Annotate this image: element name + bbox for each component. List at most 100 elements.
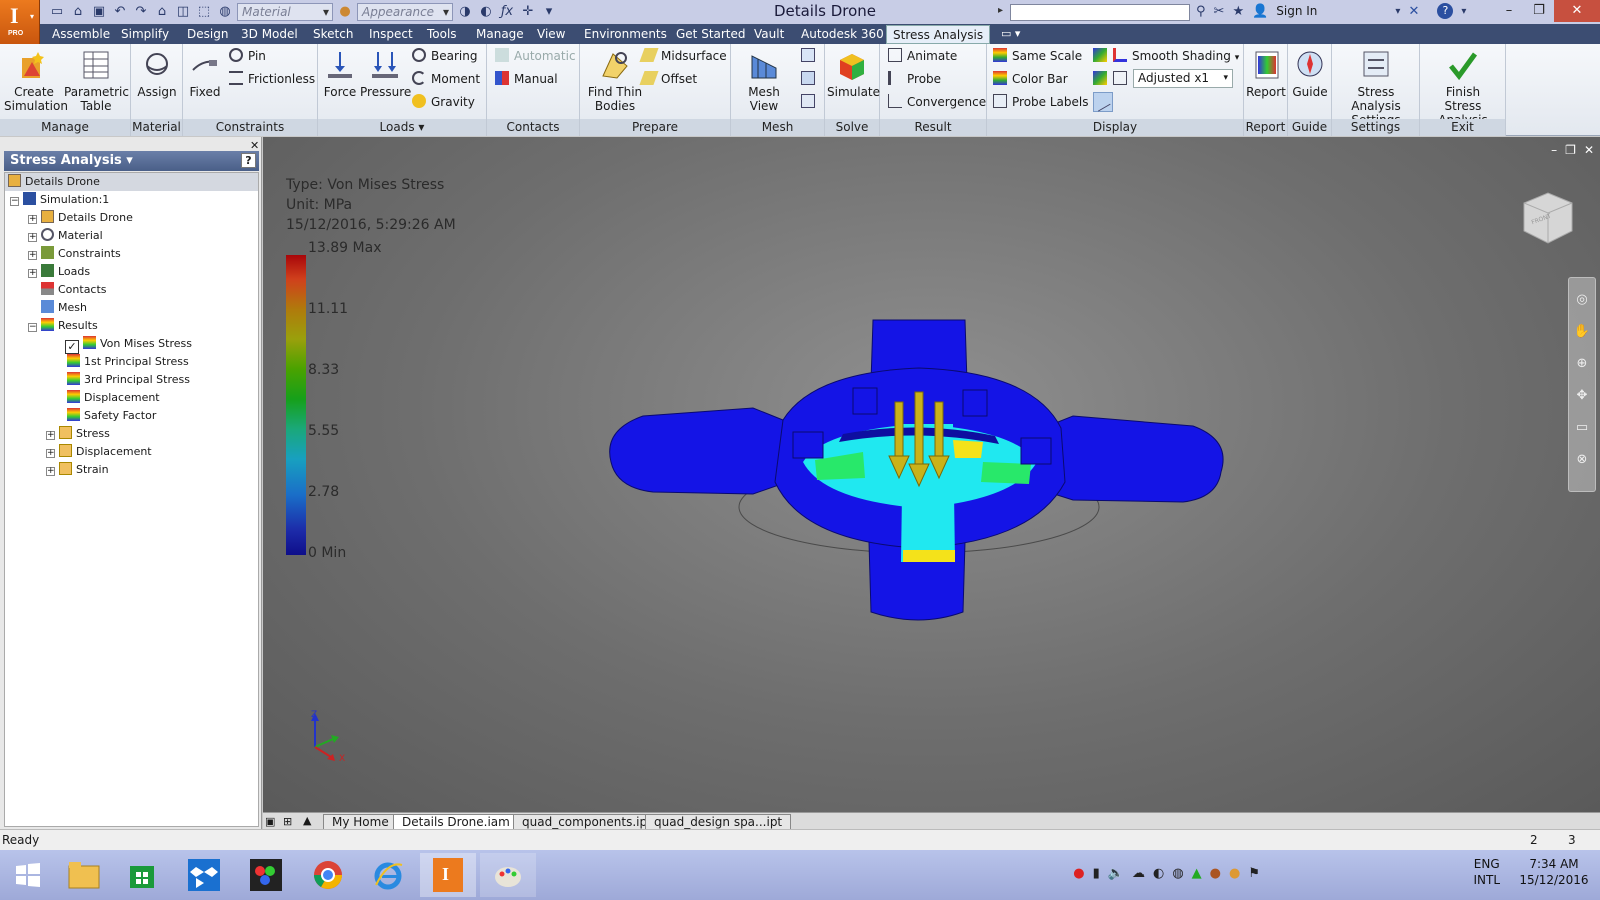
new-file-icon[interactable]: ▭ — [48, 3, 66, 21]
zoom-window-icon[interactable]: ⊗ — [1573, 452, 1591, 470]
minmax-icon[interactable] — [1093, 69, 1112, 89]
probe-button[interactable]: Probe — [888, 69, 941, 89]
tree-node-contacts[interactable]: Contacts — [41, 281, 107, 299]
close-icon[interactable]: ✕ — [1554, 0, 1600, 22]
help-dropdown-icon[interactable]: ▾ — [1461, 6, 1466, 17]
shading-dropdown[interactable]: Smooth Shading ▾ — [1113, 46, 1239, 66]
doc-tab-my-home[interactable]: My Home — [323, 814, 398, 830]
ribbon-options-icon[interactable]: ▭ ▾ — [995, 25, 1026, 44]
animate-button[interactable]: Animate — [888, 46, 957, 66]
browser-header[interactable]: Stress Analysis ▾ ? — [4, 151, 259, 171]
clock[interactable]: 7:34 AM 15/12/2016 — [1516, 856, 1592, 888]
report-button[interactable]: Report — [1246, 48, 1286, 99]
tree-node-safety-factor[interactable]: Safety Factor — [67, 407, 156, 425]
expand-icon[interactable]: + — [28, 269, 37, 278]
result-checkbox[interactable]: ✓ — [65, 340, 79, 354]
finish-stress-analysis-button[interactable]: Finish Stress Analysis — [1422, 48, 1504, 127]
displacement-display-icon[interactable] — [1113, 69, 1132, 89]
material-select[interactable]: Material — [237, 3, 333, 21]
sign-in-link[interactable]: Sign In — [1276, 4, 1317, 18]
internet-explorer-icon[interactable] — [360, 853, 416, 897]
minimize-icon[interactable]: – — [1494, 0, 1524, 22]
convergence-settings-icon[interactable] — [801, 92, 820, 112]
inventor-taskbar-icon[interactable]: I — [420, 853, 476, 897]
viewport-restore-icon[interactable]: ❐ — [1565, 143, 1576, 157]
open-documents-icon[interactable]: ▲ — [303, 814, 311, 827]
solidworks-tray-icon[interactable]: ● — [1073, 866, 1084, 881]
tab-get-started[interactable]: Get Started — [670, 25, 752, 44]
frictionless-constraint-button[interactable]: Frictionless — [229, 69, 315, 89]
browser-help-button[interactable]: ? — [241, 153, 256, 168]
onedrive-icon[interactable]: ☁ — [1132, 866, 1145, 881]
displacement-scale-select[interactable]: Adjusted x1 ▾ — [1133, 69, 1233, 88]
tab-vault[interactable]: Vault — [748, 25, 790, 44]
pan-icon[interactable]: ✋ — [1573, 324, 1591, 342]
exchange-apps-icon[interactable]: ✕ — [1408, 4, 1419, 19]
chrome-icon[interactable] — [300, 853, 356, 897]
mesh-display-toggle[interactable] — [1091, 92, 1113, 112]
dropbox-icon[interactable] — [176, 853, 232, 897]
binoculars-icon[interactable]: ⚲ — [1196, 4, 1206, 19]
tree-root[interactable]: Details Drone — [5, 173, 258, 191]
tree-node-simulation[interactable]: − Simulation:1 — [10, 191, 109, 209]
return-icon[interactable]: ◫ — [174, 3, 192, 21]
application-menu-button[interactable]: I PRO ▾ — [0, 0, 40, 44]
update-icon[interactable]: ◍ — [1172, 866, 1183, 881]
create-simulation-button[interactable]: Create Simulation — [4, 48, 68, 113]
measure-icon[interactable]: ✛ — [519, 3, 537, 21]
redo-icon[interactable]: ↷ — [132, 3, 150, 21]
doc-tab-quad-components[interactable]: quad_components.ipt — [513, 814, 661, 830]
mesh-settings-icon[interactable] — [801, 46, 820, 66]
expand-icon[interactable]: + — [46, 431, 55, 440]
tab-autodesk-360[interactable]: Autodesk 360 — [795, 25, 890, 44]
pin-constraint-button[interactable]: Pin — [229, 46, 266, 66]
assign-material-button[interactable]: Assign — [135, 48, 179, 99]
windows-start-icon[interactable] — [0, 853, 56, 897]
file-explorer-icon[interactable] — [56, 853, 112, 897]
tab-manage[interactable]: Manage — [470, 25, 530, 44]
tree-node-loads[interactable]: + Loads — [28, 263, 90, 281]
cascade-window-icon[interactable]: ⊞ — [283, 815, 292, 828]
force-load-button[interactable]: Force — [320, 48, 360, 99]
expand-icon[interactable]: + — [28, 233, 37, 242]
tree-node-stress-folder[interactable]: + Stress — [46, 425, 110, 443]
volume-icon[interactable]: 🔈 — [1108, 866, 1124, 881]
user-icon[interactable]: 👤 — [1252, 4, 1268, 19]
viewport-minimize-icon[interactable]: – — [1551, 143, 1557, 157]
viewport-close-icon[interactable]: ✕ — [1584, 143, 1594, 157]
same-scale-button[interactable]: Same Scale — [993, 46, 1082, 66]
clear-appearance-icon[interactable]: ◑ — [456, 3, 474, 21]
drone-stress-model[interactable] — [603, 312, 1243, 642]
tab-3d-model[interactable]: 3D Model — [235, 25, 304, 44]
help-icon[interactable]: ? — [1437, 3, 1454, 19]
doc-tab-quad-design[interactable]: quad_design spa...ipt — [645, 814, 792, 830]
tab-sketch[interactable]: Sketch — [307, 25, 359, 44]
simulate-button[interactable]: Simulate — [827, 48, 880, 99]
tree-node-von-mises-stress[interactable]: ✓ Von Mises Stress — [65, 335, 192, 354]
store-icon[interactable] — [114, 853, 170, 897]
sync-icon[interactable]: ◐ — [1153, 866, 1164, 881]
group-label-loads[interactable]: Loads ▾ — [318, 119, 486, 136]
gravity-load-button[interactable]: Gravity — [412, 92, 475, 112]
moment-load-button[interactable]: Moment — [412, 69, 480, 89]
tab-stress-analysis[interactable]: Stress Analysis — [886, 25, 991, 44]
automatic-contacts-button[interactable]: Automatic — [495, 46, 576, 66]
save-icon[interactable]: ▣ — [90, 3, 108, 21]
paint-icon[interactable] — [480, 853, 536, 897]
expand-icon[interactable]: + — [28, 251, 37, 260]
tree-node-strain-folder[interactable]: + Strain — [46, 461, 109, 479]
tile-window-icon[interactable]: ▣ — [265, 815, 275, 828]
function-icon[interactable]: ƒx — [498, 3, 516, 21]
sign-in-dropdown-icon[interactable]: ▾ — [1395, 6, 1400, 17]
guide-button[interactable]: Guide — [1290, 48, 1330, 99]
select-icon[interactable]: ⬚ — [195, 3, 213, 21]
search-input[interactable] — [1010, 4, 1190, 21]
tab-tools[interactable]: Tools — [421, 25, 463, 44]
photo-app-icon[interactable] — [238, 853, 294, 897]
tab-view[interactable]: View — [531, 25, 571, 44]
zoom-icon[interactable]: ⊕ — [1573, 356, 1591, 374]
expand-icon[interactable]: + — [28, 215, 37, 224]
tree-node-1st-principal[interactable]: 1st Principal Stress — [67, 353, 189, 371]
tab-environments[interactable]: Environments — [578, 25, 673, 44]
tab-simplify[interactable]: Simplify — [115, 25, 175, 44]
